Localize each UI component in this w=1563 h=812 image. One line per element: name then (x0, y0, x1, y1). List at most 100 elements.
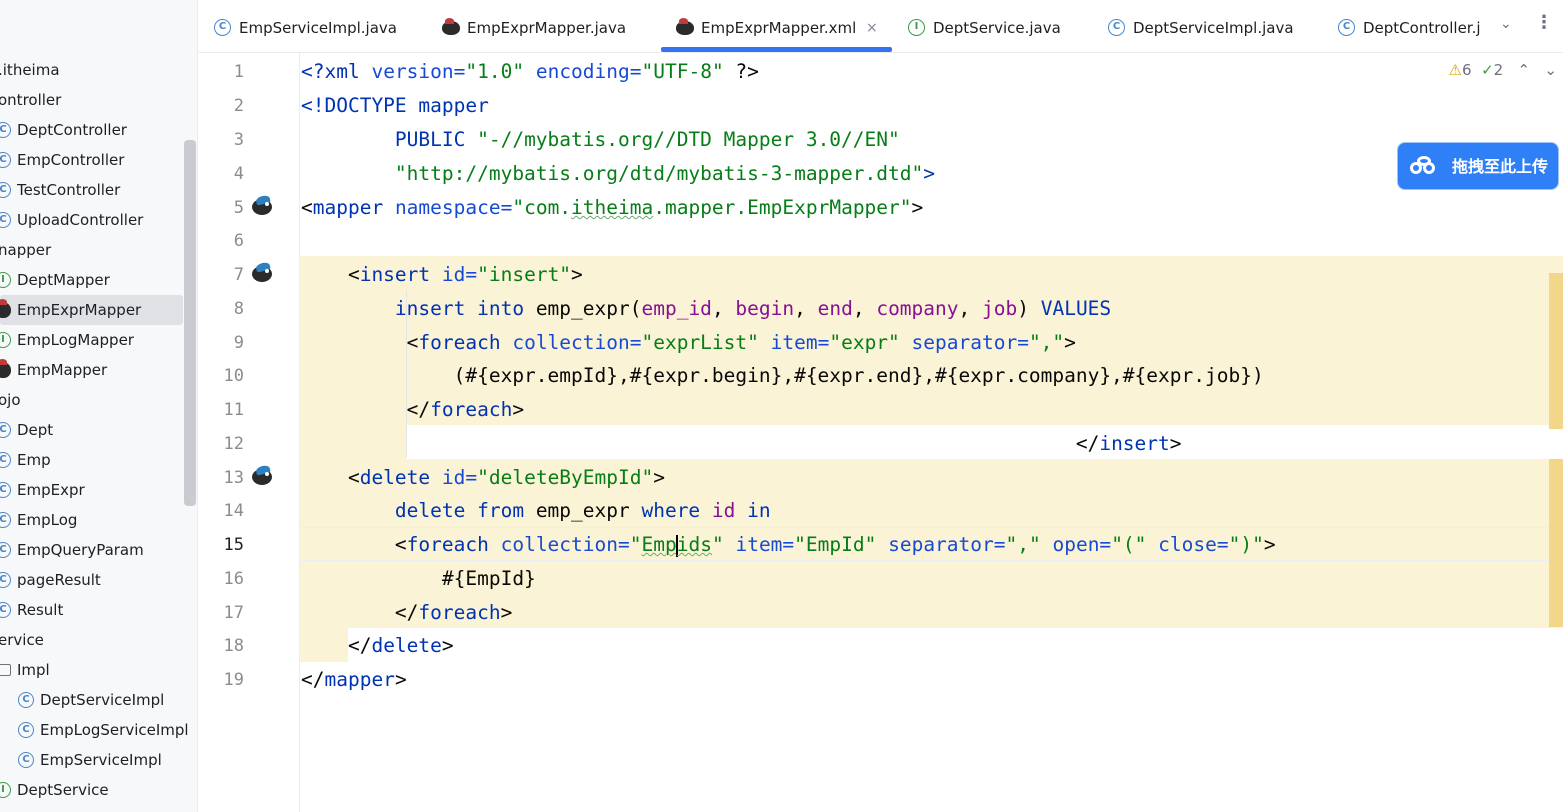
line-number: 3 (233, 130, 244, 150)
folder-icon (0, 664, 11, 676)
sidebar-item-label: .itheima (0, 61, 60, 79)
error-stripe-mark[interactable] (1549, 459, 1563, 627)
code-line-2: <!DOCTYPE mapper (301, 94, 489, 117)
tab-label: DeptController.j (1363, 19, 1481, 37)
line-number: 13 (223, 468, 244, 488)
sidebar-item-label: EmpQueryParam (17, 541, 144, 559)
code-line-3: PUBLIC "-//mybatis.org//DTD Mapper 3.0//… (301, 128, 900, 151)
sidebar-item-label: UploadController (17, 211, 144, 229)
sidebar-item-impl[interactable]: Impl (0, 655, 183, 685)
tab-label: EmpExprMapper.xml (701, 19, 857, 37)
error-stripe-mark[interactable] (1549, 273, 1563, 429)
code-editor[interactable]: 1 2 3 4 5 6 7 8 9 10 11 12 13 14 15 16 17 18 19 <?xml vers… (198, 53, 1563, 812)
sidebar-item-testcontroller[interactable]: C TestController (0, 175, 183, 205)
sidebar-item-ervice[interactable]: ervice (0, 625, 183, 655)
sidebar-item-label: pageResult (17, 571, 101, 589)
sidebar-item-label: EmpLog (17, 511, 78, 529)
code-line-16: #{EmpId} (301, 567, 536, 590)
sidebar-item-ojo[interactable]: ojo (0, 385, 183, 415)
sidebar-item-emplogserviceimpl[interactable]: C EmpLogServiceImpl (0, 715, 189, 745)
code-line-14: delete from emp_expr where id in (301, 499, 771, 522)
weak-warning-count: 2 (1493, 61, 1504, 79)
sidebar-item-empexpr[interactable]: C EmpExpr (0, 475, 183, 505)
sidebar-item-uploadcontroller[interactable]: C UploadController (0, 205, 183, 235)
code-line-12: </insert> (301, 432, 1182, 455)
sidebar-item-label: EmpMapper (17, 361, 108, 379)
class-icon: C (1108, 19, 1125, 36)
line-number: 9 (233, 333, 244, 353)
class-icon: C (18, 692, 34, 708)
sidebar-item-empcontroller[interactable]: C EmpController (0, 145, 183, 175)
weak-warning-icon: ✓ (1481, 61, 1494, 79)
editor-tab-bar: C EmpServiceImpl.java EmpExprMapper.java… (198, 0, 1563, 53)
close-icon[interactable]: × (866, 0, 878, 52)
sidebar-item-empmapper[interactable]: EmpMapper (0, 355, 183, 385)
sidebar-item-napper[interactable]: napper (0, 235, 183, 265)
inspections-widget[interactable]: ⚠6 ✓2 ⌃ ⌄ (1449, 61, 1557, 79)
line-number: 15 (223, 535, 244, 555)
upload-button-label: 拖拽至此上传 (1452, 157, 1549, 176)
line-number: 1 (233, 62, 244, 82)
warning-icon: ⚠ (1448, 61, 1462, 79)
baidu-cloud-icon (1410, 156, 1438, 178)
mybatis-navigate-icon[interactable] (250, 261, 274, 283)
class-icon: C (0, 212, 11, 228)
sidebar-item-empserviceimpl[interactable]: C EmpServiceImpl (0, 745, 183, 775)
line-number: 12 (223, 434, 244, 454)
sidebar-item-pageresult[interactable]: CpageResult (0, 565, 183, 595)
sidebar-item-deptcontroller[interactable]: C DeptController (0, 115, 183, 145)
sidebar-item-deptserviceimpl[interactable]: C DeptServiceImpl (0, 685, 183, 715)
sidebar-item-dept[interactable]: C Dept (0, 415, 183, 445)
class-icon: C (18, 722, 34, 738)
class-icon: C (0, 152, 11, 168)
code-line-19: </mapper> (301, 668, 407, 691)
sidebar-item-label: ontroller (0, 91, 62, 109)
sidebar-item-emplog[interactable]: C EmpLog (0, 505, 183, 535)
next-highlight-icon[interactable]: ⌄ (1544, 61, 1557, 79)
line-number: 11 (223, 400, 244, 420)
line-number: 8 (233, 299, 244, 319)
code-line-17: </foreach> (301, 601, 513, 624)
class-icon: C (0, 572, 11, 588)
sidebar-item-label: DeptServiceImpl (40, 691, 165, 709)
sidebar-item-empqueryparam[interactable]: C EmpQueryParam (0, 535, 183, 565)
line-number: 4 (233, 164, 244, 184)
code-line-7: <insert id="insert"> (301, 263, 583, 286)
line-number: 16 (223, 569, 244, 589)
upload-drop-button[interactable]: 拖拽至此上传 (1397, 142, 1559, 190)
sidebar-item-emplogmapper[interactable]: I EmpLogMapper (0, 325, 183, 355)
sidebar-item-label: EmpExpr (17, 481, 85, 499)
sidebar-item-result[interactable]: C Result (0, 595, 183, 625)
code-line-4: "http://mybatis.org/dtd/mybatis-3-mapper… (394, 162, 935, 185)
sidebar-item-label: TestController (17, 181, 121, 199)
sidebar-item-deptmapper[interactable]: I DeptMapper (0, 265, 183, 295)
sidebar-item-.itheima[interactable]: .itheima (0, 55, 183, 85)
more-vertical-icon[interactable]: ⋮ (1535, 12, 1553, 33)
sidebar-item-label: ervice (0, 631, 44, 649)
tab-label: DeptService.java (933, 19, 1061, 37)
code-line-18: </delete> (301, 634, 454, 657)
sidebar-item-emp[interactable]: C Emp (0, 445, 183, 475)
interface-icon: I (908, 19, 925, 36)
class-icon: C (0, 182, 11, 198)
class-icon: C (0, 542, 11, 558)
previous-highlight-icon[interactable]: ⌃ (1518, 61, 1531, 79)
sidebar-item-label: Result (17, 601, 64, 619)
chevron-down-icon[interactable]: ⌄ (1500, 16, 1512, 32)
line-number: 17 (223, 603, 244, 623)
sidebar-item-deptservice[interactable]: I DeptService (0, 775, 183, 805)
active-tab-indicator (661, 47, 892, 52)
sidebar-item-empexprmapper[interactable]: EmpExprMapper (0, 295, 183, 325)
mybatis-icon (0, 359, 11, 378)
class-icon: C (0, 422, 11, 438)
sidebar-scrollbar[interactable] (184, 140, 196, 506)
mybatis-navigate-icon[interactable] (250, 194, 274, 216)
mybatis-navigate-icon[interactable] (250, 464, 274, 486)
mybatis-icon (0, 299, 11, 318)
sidebar-item-ontroller[interactable]: ontroller (0, 85, 183, 115)
class-icon: C (0, 512, 11, 528)
line-number: 6 (233, 231, 244, 251)
class-icon: C (1338, 19, 1355, 36)
tab-label: DeptServiceImpl.java (1133, 19, 1294, 37)
sidebar-item-label: EmpExprMapper (17, 301, 142, 319)
